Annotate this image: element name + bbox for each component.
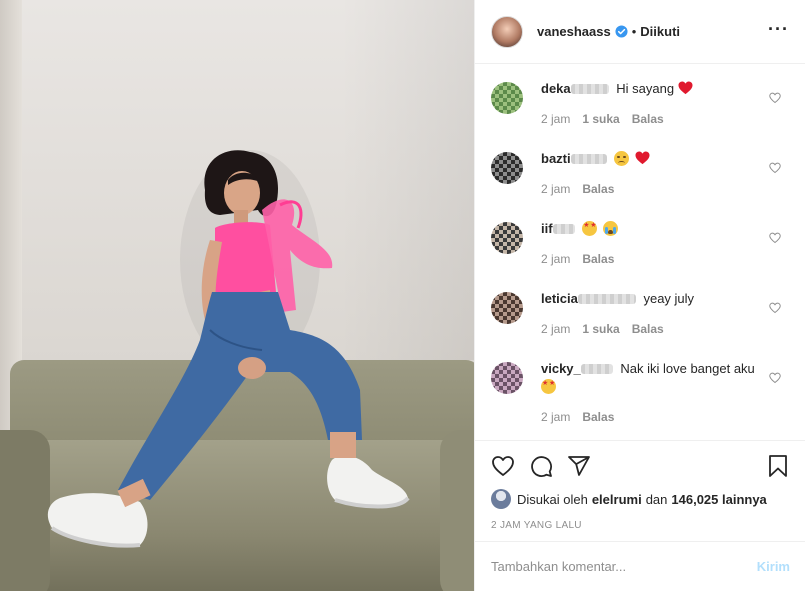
comment-item: iif 2 jam Balas [475, 220, 805, 290]
author-username[interactable]: vaneshaass [537, 24, 611, 39]
post-photo[interactable] [0, 0, 474, 591]
reply-button[interactable]: Balas [632, 322, 664, 336]
comment-likes[interactable]: 1 suka [582, 112, 619, 126]
reply-button[interactable]: Balas [582, 410, 614, 424]
person-illustration [47, 150, 410, 548]
commenter-avatar[interactable] [491, 82, 523, 114]
post-timestamp[interactable]: 2 JAM YANG LALU [491, 520, 790, 531]
commenter-handle[interactable]: iif [541, 221, 553, 236]
blurred-name [570, 154, 607, 164]
heart-icon[interactable] [769, 232, 781, 244]
heart-icon[interactable] [769, 302, 781, 314]
blurred-name [577, 294, 636, 304]
header-separator: • [631, 24, 637, 39]
comment-item: leticia yeay july 2 jam 1 suka Balas [475, 290, 805, 360]
comment-text: Nak iki love banget aku [616, 361, 755, 376]
comment-item: vicky_ Nak iki love banget aku 2 jam Bala… [475, 360, 805, 430]
post-comment-button[interactable]: Kirim [757, 559, 790, 574]
blurred-name [570, 84, 609, 94]
loudly-crying-face-emoji [602, 221, 618, 236]
comment-input[interactable] [491, 559, 757, 574]
reply-button[interactable]: Balas [582, 252, 614, 266]
verified-icon [615, 25, 628, 38]
comment-time: 2 jam [541, 112, 571, 126]
likes-summary: Disukai oleh elelrumi dan 146,025 lainny… [491, 489, 790, 509]
share-icon[interactable] [567, 454, 591, 478]
comment-time: 2 jam [541, 252, 571, 266]
liker-avatar[interactable] [491, 489, 511, 509]
commenter-avatar[interactable] [491, 292, 523, 324]
add-comment-bar: Kirim [475, 541, 805, 591]
more-icon[interactable]: ··· [768, 20, 789, 38]
disappointed-face-emoji [614, 151, 630, 166]
comment-likes[interactable]: 1 suka [582, 322, 619, 336]
commenter-avatar[interactable] [491, 222, 523, 254]
blurred-name [552, 224, 575, 234]
heart-icon[interactable] [769, 372, 781, 384]
reply-button[interactable]: Balas [632, 112, 664, 126]
author-avatar[interactable] [491, 15, 523, 48]
heart-icon[interactable] [769, 92, 781, 104]
action-icons-row [491, 453, 790, 479]
commenter-handle[interactable]: deka [541, 81, 571, 96]
commenter-handle[interactable]: bazti [541, 151, 571, 166]
star-struck-face-emoji [541, 379, 556, 394]
reply-button[interactable]: Balas [582, 182, 614, 196]
likes-conjunction: dan [645, 491, 668, 507]
bookmark-icon[interactable] [766, 454, 790, 478]
commenter-avatar[interactable] [491, 152, 523, 184]
comment-time: 2 jam [541, 410, 571, 424]
heart-icon[interactable] [769, 162, 781, 174]
commenter-handle[interactable]: vicky_ [541, 361, 581, 376]
comment-text: yeay july [639, 291, 695, 306]
comment-icon[interactable] [529, 454, 553, 478]
commenter-handle[interactable]: leticia [541, 291, 578, 306]
comments-list[interactable]: deka Hi sayang 2 jam 1 suka Balas bazti 2 … [475, 65, 805, 439]
comment-time: 2 jam [541, 322, 571, 336]
star-struck-face-emoji [582, 221, 598, 236]
comment-item: bazti 2 jam Balas [475, 150, 805, 220]
heart-icon[interactable] [491, 454, 515, 478]
follow-status-button[interactable]: Diikuti [640, 24, 680, 39]
liker-username[interactable]: elelrumi [592, 492, 642, 507]
post-actions: Disukai oleh elelrumi dan 146,025 lainny… [475, 440, 805, 531]
comment-text: Hi sayang [612, 81, 675, 96]
likes-prefix: Disukai oleh [517, 491, 588, 507]
likes-count[interactable]: 146,025 lainnya [671, 492, 766, 507]
post-sidebar: vaneshaass • Diikuti ··· deka Hi sayang … [474, 0, 805, 591]
commenter-avatar[interactable] [491, 362, 523, 394]
red-heart-emoji [635, 151, 650, 165]
red-heart-emoji [678, 81, 693, 95]
post-header: vaneshaass • Diikuti ··· [475, 0, 805, 64]
comment-time: 2 jam [541, 182, 571, 196]
comment-item: deka Hi sayang 2 jam 1 suka Balas [475, 80, 805, 150]
blurred-name [580, 364, 613, 374]
